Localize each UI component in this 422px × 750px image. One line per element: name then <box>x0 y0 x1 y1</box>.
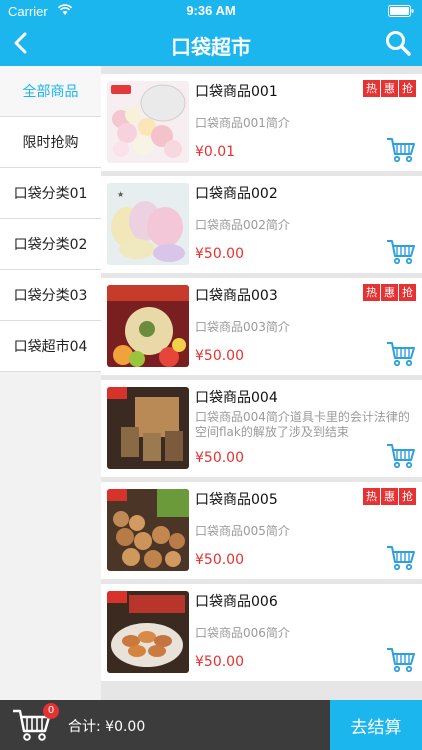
sidebar-item-category-02[interactable]: 口袋分类02 <box>0 219 101 270</box>
add-to-cart-icon[interactable] <box>386 137 416 163</box>
add-to-cart-icon[interactable] <box>386 647 416 673</box>
top-bar: Carrier 9:36 AM 口袋超市 <box>0 0 422 66</box>
product-description: 口袋商品004简介道具卡里的会计法律的空间flak的解放了涉及到结束 <box>195 410 410 439</box>
product-image <box>107 591 189 673</box>
product-card[interactable]: 口袋商品004 口袋商品004简介道具卡里的会计法律的空间flak的解放了涉及到… <box>101 380 422 477</box>
product-description: 口袋商品001简介 <box>195 116 290 130</box>
discount-tag: 惠 <box>381 488 398 505</box>
product-image: ★ <box>107 183 189 265</box>
battery-icon <box>388 5 414 17</box>
add-to-cart-icon[interactable] <box>386 341 416 367</box>
product-image <box>107 285 189 367</box>
product-name: 口袋商品004 <box>195 390 278 406</box>
checkout-label: 去结算 <box>350 717 402 738</box>
sidebar-item-flash-sale[interactable]: 限时抢购 <box>0 117 101 168</box>
product-price: ¥50.00 <box>195 552 244 568</box>
grab-tag: 抢 <box>399 284 416 301</box>
product-card[interactable]: ★ 口袋商品002 口袋商品002简介 ¥50.00 <box>101 176 422 273</box>
status-bar: Carrier 9:36 AM <box>0 0 422 22</box>
total-amount: 合计: ¥0.00 <box>68 719 146 735</box>
promo-tags: 热 惠 抢 <box>363 284 416 301</box>
product-price: ¥50.00 <box>195 348 244 364</box>
product-card[interactable]: 口袋商品005 热 惠 抢 口袋商品005简介 ¥50.00 <box>101 482 422 579</box>
add-to-cart-icon[interactable] <box>386 239 416 265</box>
product-name: 口袋商品006 <box>195 594 278 610</box>
product-description: 口袋商品003简介 <box>195 320 290 334</box>
product-name: 口袋商品001 <box>195 84 278 100</box>
checkout-button[interactable]: 去结算 <box>330 700 422 750</box>
sidebar-item-label: 全部商品 <box>22 84 79 100</box>
promo-tags: 热 惠 抢 <box>363 80 416 97</box>
product-description: 口袋商品006简介 <box>195 626 290 640</box>
hot-tag: 热 <box>363 80 380 97</box>
product-description: 口袋商品005简介 <box>195 524 290 538</box>
product-image <box>107 489 189 571</box>
sidebar-item-category-03[interactable]: 口袋分类03 <box>0 270 101 321</box>
sidebar-item-label: 口袋分类02 <box>13 237 88 253</box>
sidebar-item-label: 口袋分类01 <box>13 186 88 202</box>
checkout-bar: 0 合计: ¥0.00 去结算 <box>0 700 422 750</box>
hot-tag: 热 <box>363 284 380 301</box>
product-image <box>107 81 189 163</box>
product-name: 口袋商品002 <box>195 186 278 202</box>
sidebar-item-label: 限时抢购 <box>22 135 79 151</box>
product-list[interactable]: 口袋商品001 热 惠 抢 口袋商品001简介 ¥0.01 ★ 口袋商品002 … <box>101 66 422 700</box>
cart-count-badge: 0 <box>43 703 59 719</box>
discount-tag: 惠 <box>381 80 398 97</box>
promo-tags: 热 惠 抢 <box>363 488 416 505</box>
sidebar-item-label: 口袋超市04 <box>13 339 88 355</box>
product-price: ¥50.00 <box>195 450 244 466</box>
hot-tag: 热 <box>363 488 380 505</box>
product-card[interactable]: 口袋商品003 热 惠 抢 口袋商品003简介 ¥50.00 <box>101 278 422 375</box>
product-price: ¥50.00 <box>195 654 244 670</box>
product-card[interactable]: 口袋商品006 口袋商品006简介 ¥50.00 <box>101 584 422 681</box>
status-time: 9:36 AM <box>186 3 236 18</box>
svg-text:★: ★ <box>117 190 124 199</box>
product-image <box>107 387 189 469</box>
page-title: 口袋超市 <box>171 35 251 59</box>
search-icon[interactable] <box>384 29 412 57</box>
grab-tag: 抢 <box>399 488 416 505</box>
product-description: 口袋商品002简介 <box>195 218 290 232</box>
sidebar-item-all[interactable]: 全部商品 <box>0 66 101 117</box>
sidebar-item-label: 口袋分类03 <box>13 288 88 304</box>
discount-tag: 惠 <box>381 284 398 301</box>
product-name: 口袋商品005 <box>195 492 278 508</box>
product-card[interactable]: 口袋商品001 热 惠 抢 口袋商品001简介 ¥0.01 <box>101 74 422 171</box>
product-name: 口袋商品003 <box>195 288 278 304</box>
product-price: ¥50.00 <box>195 246 244 262</box>
add-to-cart-icon[interactable] <box>386 545 416 571</box>
add-to-cart-icon[interactable] <box>386 443 416 469</box>
sidebar-item-supermarket-04[interactable]: 口袋超市04 <box>0 321 101 372</box>
sidebar-item-category-01[interactable]: 口袋分类01 <box>0 168 101 219</box>
grab-tag: 抢 <box>399 80 416 97</box>
product-price: ¥0.01 <box>195 144 236 160</box>
category-sidebar: 全部商品 限时抢购 口袋分类01 口袋分类02 口袋分类03 口袋超市04 <box>0 66 101 700</box>
